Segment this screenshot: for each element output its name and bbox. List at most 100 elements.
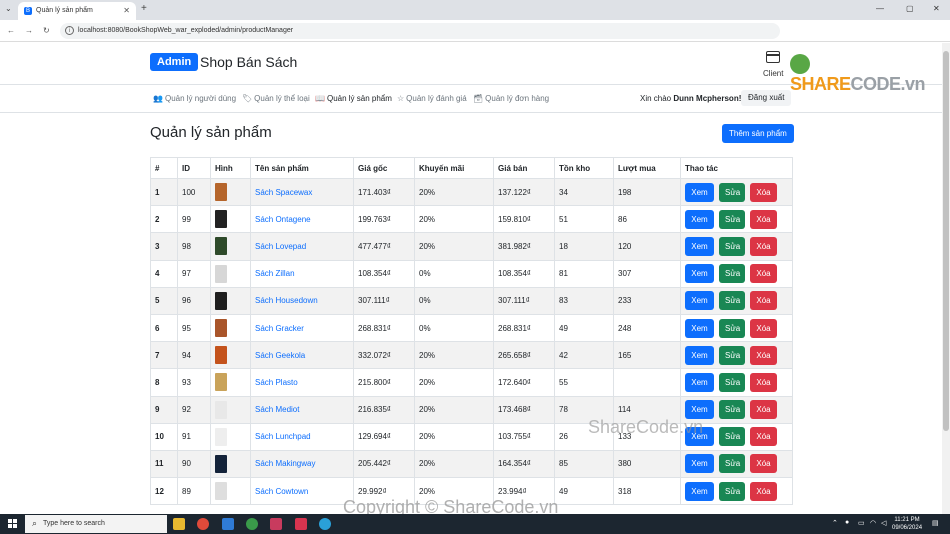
view-button[interactable]: Xem <box>685 182 714 202</box>
volume-icon[interactable]: ◁ <box>881 519 886 527</box>
product-name-link[interactable]: Sách Mediot <box>255 405 299 414</box>
back-icon[interactable]: ← <box>7 26 15 35</box>
sale-price: 265.658₫ <box>493 341 555 370</box>
system-clock[interactable]: 11:21 PM 09/06/2024 <box>892 516 922 532</box>
edit-button[interactable]: Sửa <box>719 236 745 256</box>
brand-title[interactable]: Shop Bán Sách <box>200 53 297 71</box>
delete-button[interactable]: Xóa <box>750 372 777 392</box>
nav-item-products[interactable]: 📖 Quản lý sản phẩm <box>315 94 392 103</box>
product-image-cell <box>210 205 251 234</box>
client-link[interactable]: Client <box>763 69 783 78</box>
delete-button[interactable]: Xóa <box>750 400 777 420</box>
taskbar-search-input[interactable]: ⌕ Type here to search <box>25 515 167 533</box>
url-input[interactable]: i localhost:8080/BookShopWeb_war_explode… <box>60 23 780 39</box>
edit-button[interactable]: Sửa <box>719 318 745 338</box>
minimize-icon[interactable]: — <box>876 4 884 13</box>
delete-button[interactable]: Xóa <box>750 291 777 311</box>
tray-chevron-icon[interactable]: ⌃ <box>832 519 838 527</box>
delete-button[interactable]: Xóa <box>750 427 777 447</box>
edit-button[interactable]: Sửa <box>719 264 745 284</box>
view-button[interactable]: Xem <box>685 264 714 284</box>
network-icon[interactable]: ▭ <box>858 519 865 527</box>
add-product-button[interactable]: Thêm sản phẩm <box>722 124 794 143</box>
book-cover-image <box>215 373 227 392</box>
delete-button[interactable]: Xóa <box>750 345 777 365</box>
window-icon[interactable] <box>766 51 780 63</box>
user-greeting: Xin chào Dunn Mcpherson! <box>640 94 741 103</box>
edit-button[interactable]: Sửa <box>719 291 745 311</box>
product-name-link[interactable]: Sách Lovepad <box>255 242 306 251</box>
scrollbar-thumb[interactable] <box>943 51 949 431</box>
view-button[interactable]: Xem <box>685 209 714 229</box>
edit-button[interactable]: Sửa <box>719 182 745 202</box>
window-close-icon[interactable]: ✕ <box>933 4 940 13</box>
windows-start-icon[interactable] <box>8 519 18 529</box>
product-id: 97 <box>177 259 211 288</box>
close-tab-icon[interactable]: ✕ <box>123 6 130 15</box>
chrome-icon[interactable] <box>197 518 209 530</box>
tab-search-icon[interactable]: ⌄ <box>5 4 12 13</box>
maximize-icon[interactable]: ▢ <box>906 4 914 13</box>
product-name-link[interactable]: Sách Housedown <box>255 296 318 305</box>
edit-button[interactable]: Sửa <box>719 372 745 392</box>
view-button[interactable]: Xem <box>685 372 714 392</box>
edit-button[interactable]: Sửa <box>719 345 745 365</box>
page-title: Quản lý sản phẩm <box>150 124 272 141</box>
product-name-link[interactable]: Sách Plasto <box>255 378 298 387</box>
page-scrollbar[interactable] <box>942 43 950 514</box>
product-name-link[interactable]: Sách Zillan <box>255 269 295 278</box>
nav-item-users[interactable]: 👥 Quản lý người dùng <box>153 94 236 103</box>
edit-button[interactable]: Sửa <box>719 427 745 447</box>
admin-badge[interactable]: Admin <box>150 53 199 71</box>
app-icon[interactable] <box>270 518 282 530</box>
nav-item-reviews[interactable]: ☆ Quản lý đánh giá <box>397 94 467 103</box>
new-tab-icon[interactable]: + <box>141 3 147 14</box>
discount: 0% <box>414 313 494 343</box>
product-name-link[interactable]: Sách Gracker <box>255 324 304 333</box>
reload-icon[interactable]: ↻ <box>43 26 50 35</box>
view-button[interactable]: Xem <box>685 291 714 311</box>
wifi-icon[interactable]: ◠ <box>870 519 876 527</box>
discount: 0% <box>414 286 494 315</box>
product-name-link[interactable]: Sách Ontagene <box>255 215 311 224</box>
delete-button[interactable]: Xóa <box>750 236 777 256</box>
delete-button[interactable]: Xóa <box>750 481 777 501</box>
nav-item-orders[interactable]: 🗃 Quản lý đơn hàng <box>473 94 549 103</box>
forward-icon[interactable]: → <box>25 26 33 35</box>
product-name-link[interactable]: Sách Spacewax <box>255 188 312 197</box>
site-info-icon[interactable]: i <box>65 26 74 35</box>
view-button[interactable]: Xem <box>685 318 714 338</box>
edit-button[interactable]: Sửa <box>719 454 745 474</box>
file-explorer-icon[interactable] <box>173 518 185 530</box>
browser-tab-active[interactable]: B Quản lý sản phẩm ✕ <box>18 2 136 20</box>
product-name-link[interactable]: Sách Cowtown <box>255 487 308 496</box>
delete-button[interactable]: Xóa <box>750 264 777 284</box>
delete-button[interactable]: Xóa <box>750 454 777 474</box>
row-index: 9 <box>150 395 178 424</box>
product-name-link[interactable]: Sách Lunchpad <box>255 432 311 441</box>
nav-item-categories[interactable]: 🏷 Quản lý thể loại <box>242 94 310 103</box>
view-button[interactable]: Xem <box>685 454 714 474</box>
app-icon[interactable] <box>246 518 258 530</box>
notifications-icon[interactable]: ▤ <box>932 519 939 527</box>
view-button[interactable]: Xem <box>685 481 714 501</box>
edge-icon[interactable] <box>319 518 331 530</box>
table-row: 5 96 Sách Housedown 307.111₫ 0% 307.111₫ 83 233… <box>150 286 793 315</box>
star-icon: ☆ <box>397 94 405 103</box>
view-button[interactable]: Xem <box>685 345 714 365</box>
edit-button[interactable]: Sửa <box>719 209 745 229</box>
intellij-icon[interactable] <box>295 518 307 530</box>
delete-button[interactable]: Xóa <box>750 318 777 338</box>
logout-button[interactable]: Đăng xuất <box>741 90 792 106</box>
product-name-link[interactable]: Sách Geekola <box>255 351 305 360</box>
product-name-link[interactable]: Sách Makingway <box>255 459 315 468</box>
vscode-icon[interactable] <box>222 518 234 530</box>
delete-button[interactable]: Xóa <box>750 182 777 202</box>
delete-button[interactable]: Xóa <box>750 209 777 229</box>
view-button[interactable]: Xem <box>685 236 714 256</box>
discount: 20% <box>414 449 494 479</box>
nav-item-label: Quản lý đơn hàng <box>485 94 550 103</box>
microphone-icon[interactable]: ● <box>845 519 849 526</box>
edit-button[interactable]: Sửa <box>719 481 745 501</box>
edit-button[interactable]: Sửa <box>719 400 745 420</box>
